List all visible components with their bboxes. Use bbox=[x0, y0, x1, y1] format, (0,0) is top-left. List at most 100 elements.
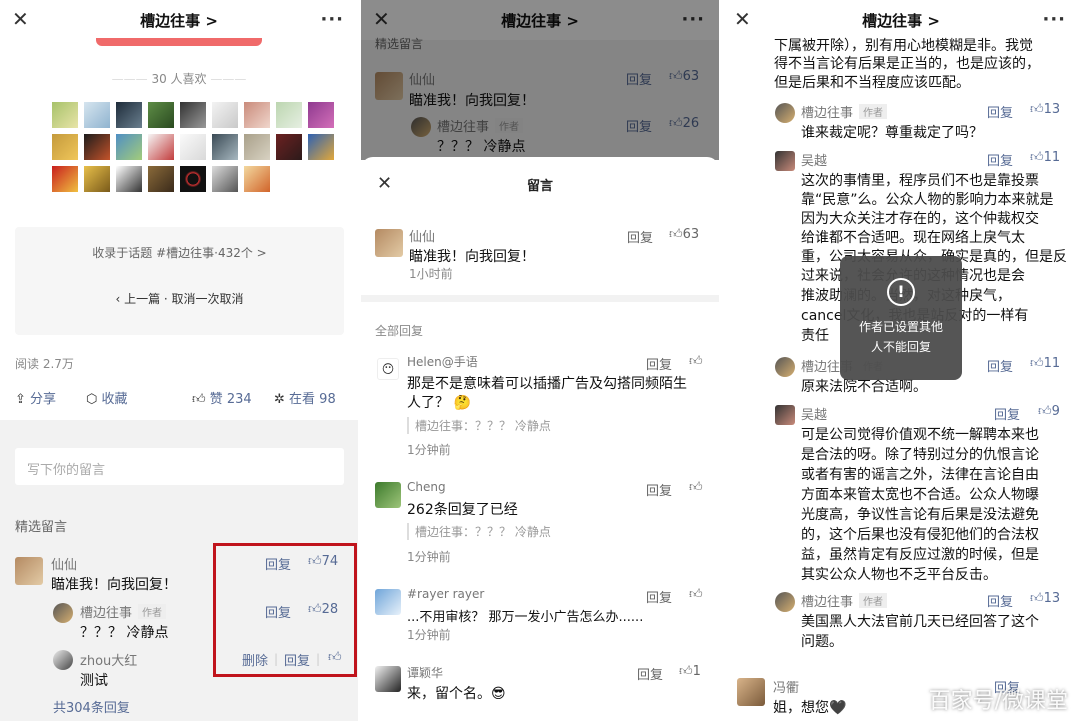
reply-button[interactable]: 回复 bbox=[646, 354, 672, 373]
comment-text: 姐，想您🖤 bbox=[773, 700, 847, 716]
avatar[interactable] bbox=[775, 592, 795, 612]
topic-link[interactable]: 收录于话题 #槽边往事·432个 > bbox=[15, 244, 344, 261]
thumb-up-icon: 👍︎ bbox=[1030, 356, 1044, 371]
liker-avatar[interactable] bbox=[180, 102, 206, 128]
avatar[interactable] bbox=[775, 405, 795, 425]
close-icon[interactable]: ✕ bbox=[734, 9, 751, 29]
avatar[interactable] bbox=[53, 650, 73, 670]
avatar[interactable] bbox=[775, 103, 795, 123]
commenter-name: 吴越 bbox=[801, 154, 828, 169]
like-count: 11 bbox=[1043, 356, 1061, 371]
like-comment-button[interactable]: 👍︎1 bbox=[679, 664, 701, 679]
prev-article-link[interactable]: ‹ 上一篇 · 取消一次取消 bbox=[15, 290, 344, 307]
liker-avatar[interactable] bbox=[52, 102, 78, 128]
commenter-name: zhou大红 bbox=[80, 654, 138, 669]
liker-avatar-grid bbox=[52, 102, 334, 192]
like-comment-button[interactable]: 👍︎11 bbox=[1030, 150, 1060, 165]
reply-button[interactable]: 回复 bbox=[987, 150, 1013, 169]
liker-avatar[interactable] bbox=[244, 102, 270, 128]
like-comment-button[interactable]: 👍︎13 bbox=[1030, 102, 1060, 117]
read-count: 阅读 2.7万 bbox=[15, 357, 74, 371]
liker-avatar[interactable] bbox=[212, 102, 238, 128]
liker-avatar[interactable] bbox=[148, 134, 174, 160]
avatar[interactable]: 😶 bbox=[377, 358, 399, 380]
total-replies-link[interactable]: 共304条回复 bbox=[53, 697, 130, 716]
liker-avatar[interactable] bbox=[180, 134, 206, 160]
reply-button[interactable]: 回复 bbox=[627, 227, 653, 246]
avatar[interactable] bbox=[53, 603, 73, 623]
avatar[interactable] bbox=[375, 666, 401, 692]
reply-button[interactable]: 回复 bbox=[646, 480, 672, 499]
modal-backdrop[interactable] bbox=[361, 0, 719, 160]
reward-button[interactable] bbox=[96, 38, 262, 46]
reply-text: ...不用审核？ 那万一发小广告怎么办...... bbox=[407, 610, 644, 625]
reply-button[interactable]: 回复 bbox=[987, 102, 1013, 121]
nav-bar: ✕ 槽边往事 > ··· bbox=[0, 0, 358, 40]
avatar[interactable] bbox=[775, 151, 795, 171]
close-icon[interactable]: ✕ bbox=[12, 9, 29, 29]
account-title[interactable]: 槽边往事 > bbox=[862, 10, 940, 31]
liker-avatar[interactable] bbox=[52, 166, 78, 192]
liker-avatar[interactable] bbox=[84, 166, 110, 192]
collect-label: 收藏 bbox=[101, 392, 128, 407]
like-comment-button[interactable]: 👍︎13 bbox=[1030, 591, 1060, 606]
comment-text-line: 是合法的呀。除了特别过分的仇恨言论 bbox=[801, 447, 1039, 463]
liker-avatar[interactable] bbox=[308, 134, 334, 160]
collect-button[interactable]: ⬡ 收藏 bbox=[86, 388, 128, 407]
all-replies-label: 全部回复 bbox=[375, 324, 424, 338]
reply-button[interactable]: 回复 bbox=[987, 356, 1013, 375]
liker-avatar[interactable] bbox=[308, 102, 334, 128]
liker-avatar[interactable] bbox=[212, 166, 238, 192]
highlight-box bbox=[213, 543, 357, 677]
thumb-up-icon[interactable]: 👍︎ bbox=[689, 354, 703, 369]
alert-icon: ! bbox=[887, 278, 915, 306]
likes-count-row: ——— 30 人喜欢 ——— bbox=[111, 72, 247, 86]
reply-text: 来，留个名。😎 bbox=[407, 686, 506, 702]
share-icon: ⇪ bbox=[15, 392, 26, 407]
like-comment-button[interactable]: 👍︎63 bbox=[669, 227, 699, 242]
like-comment-button[interactable]: 👍︎11 bbox=[1030, 356, 1060, 371]
liker-avatar[interactable] bbox=[84, 102, 110, 128]
avatar[interactable] bbox=[375, 482, 401, 508]
liker-avatar[interactable] bbox=[148, 166, 174, 192]
liker-avatar[interactable] bbox=[84, 134, 110, 160]
liker-avatar[interactable] bbox=[116, 102, 142, 128]
liker-avatar[interactable] bbox=[180, 166, 206, 192]
comment-text-line: 但是后果和不当程度应该匹配。 bbox=[774, 75, 970, 91]
like-button[interactable]: 👍︎ 赞 234 bbox=[192, 388, 252, 407]
more-icon[interactable]: ··· bbox=[1042, 9, 1066, 30]
reply-button[interactable]: 回复 bbox=[637, 664, 663, 683]
avatar[interactable] bbox=[375, 229, 403, 257]
liker-avatar[interactable] bbox=[244, 166, 270, 192]
liker-avatar[interactable] bbox=[116, 134, 142, 160]
liker-avatar[interactable] bbox=[276, 102, 302, 128]
liker-avatar[interactable] bbox=[116, 166, 142, 192]
liker-avatar[interactable] bbox=[148, 102, 174, 128]
author-badge: 作者 bbox=[138, 604, 167, 619]
share-button[interactable]: ⇪ 分享 bbox=[15, 388, 56, 407]
commenter-name: Cheng bbox=[407, 480, 446, 494]
reply-button[interactable]: 回复 bbox=[646, 587, 672, 606]
account-title[interactable]: 槽边往事 > bbox=[140, 10, 218, 31]
quoted-comment: 槽边往事：？？？ 冷静点 bbox=[407, 417, 551, 434]
thumb-up-icon[interactable]: 👍︎ bbox=[689, 480, 703, 495]
liker-avatar[interactable] bbox=[244, 134, 270, 160]
comment-text: 瞄准我！向我回复！ bbox=[51, 577, 177, 593]
section-title: 精选留言 bbox=[15, 520, 68, 535]
like-comment-button[interactable]: 👍︎9 bbox=[1038, 404, 1060, 419]
liker-avatar[interactable] bbox=[212, 134, 238, 160]
avatar[interactable] bbox=[737, 678, 765, 706]
liker-avatar[interactable] bbox=[276, 134, 302, 160]
avatar[interactable] bbox=[775, 357, 795, 377]
comment-thread-panel: ✕ 槽边往事 > ··· 下属被开除），别有用心地模糊是非。我觉 得不当言论有后… bbox=[722, 0, 1080, 721]
avatar[interactable] bbox=[15, 557, 43, 585]
liker-avatar[interactable] bbox=[52, 134, 78, 160]
reply-button[interactable]: 回复 bbox=[994, 404, 1020, 423]
thumb-up-icon[interactable]: 👍︎ bbox=[689, 587, 703, 602]
watching-button[interactable]: ✲ 在看 98 bbox=[274, 388, 336, 407]
comment-text: 测试 bbox=[80, 673, 108, 689]
avatar[interactable] bbox=[375, 589, 401, 615]
more-icon[interactable]: ··· bbox=[320, 9, 344, 30]
reply-button[interactable]: 回复 bbox=[987, 591, 1013, 610]
comment-text: 瞄准我！向我回复！ bbox=[409, 249, 535, 265]
